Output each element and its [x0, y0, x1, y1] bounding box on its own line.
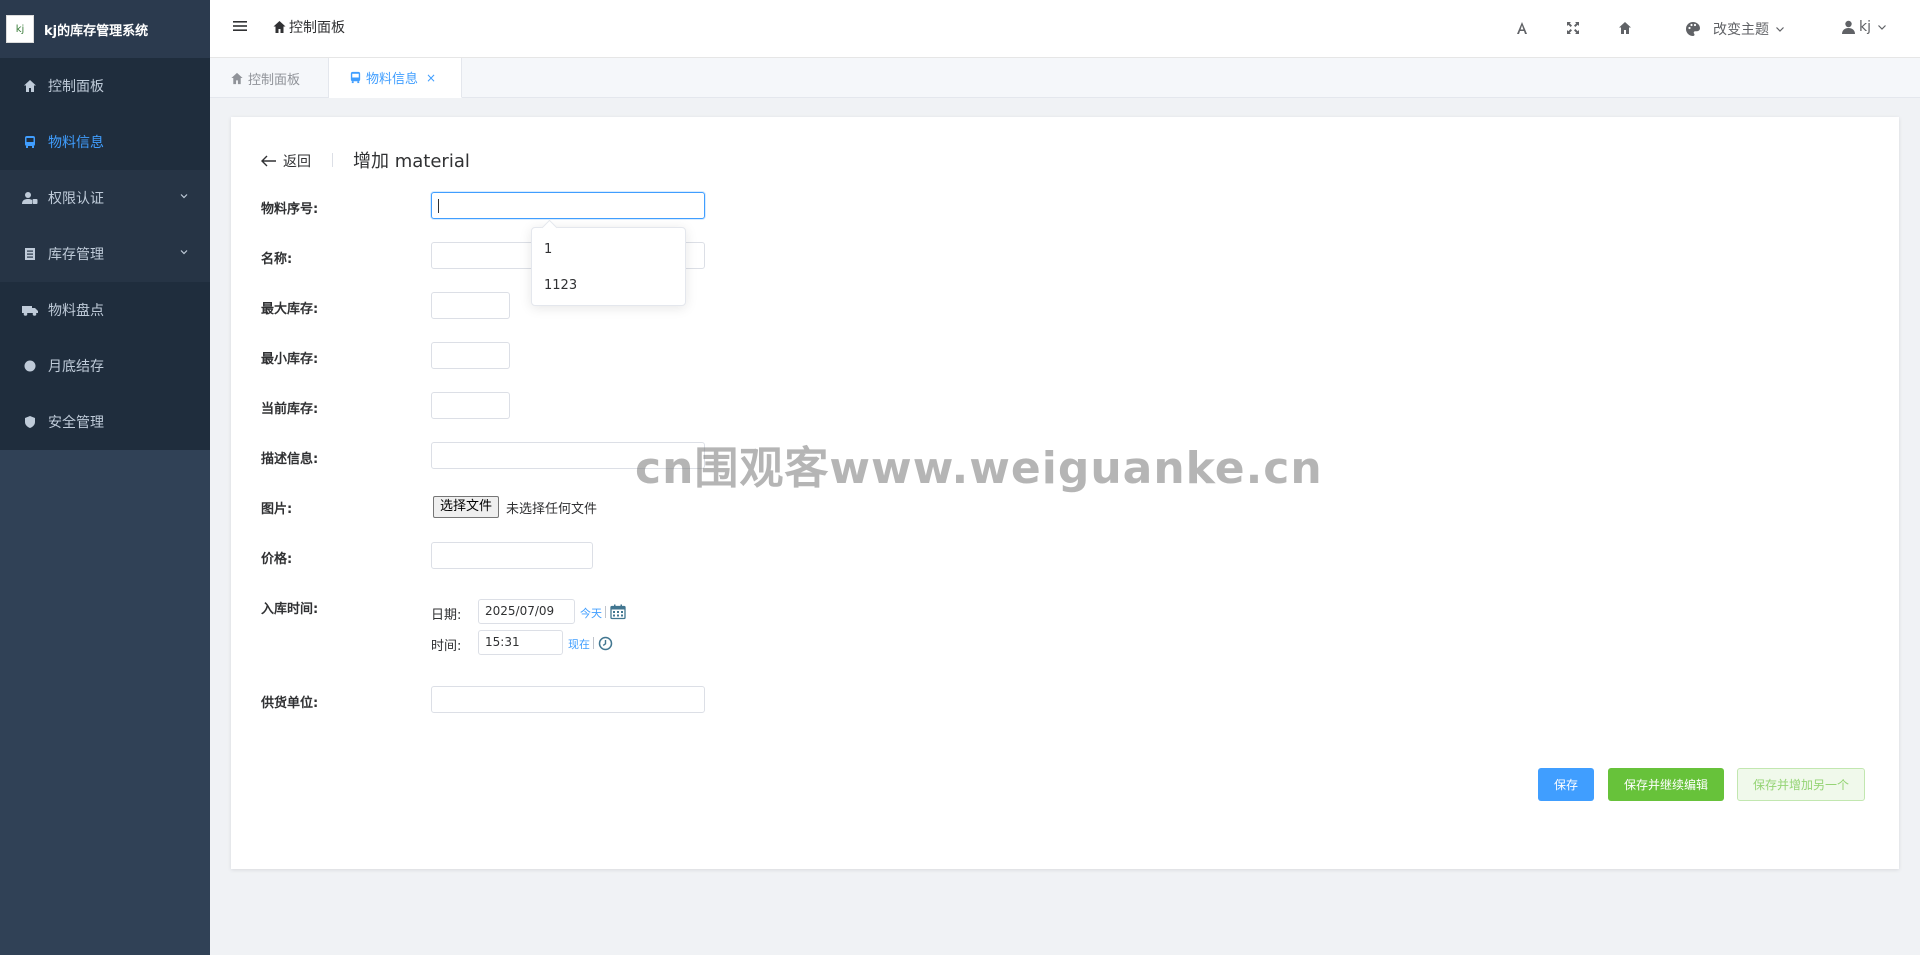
serial-label: 物料序号: — [261, 202, 319, 217]
tab-dashboard[interactable]: 控制面板 — [210, 58, 329, 98]
watermark: cn围观客www.weiguanke.cn — [635, 443, 1323, 494]
date-label: 日期: — [431, 608, 462, 623]
clock-icon[interactable] — [598, 636, 613, 651]
circle-icon — [22, 358, 38, 374]
breadcrumb-label: 控制面板 — [289, 20, 345, 36]
sidebar-item-label: 权限认证 — [48, 191, 104, 207]
time-label: 时间: — [431, 639, 462, 654]
autocomplete-option[interactable]: 1123 — [532, 268, 685, 304]
sidebar-item-material[interactable]: 物料信息 — [0, 114, 210, 170]
time-input[interactable]: 15:31 — [478, 630, 563, 655]
chevron-down-icon — [1878, 25, 1886, 30]
back-label: 返回 — [283, 154, 311, 170]
truck-icon — [22, 302, 38, 318]
chevron-down-icon — [180, 194, 188, 199]
back-button[interactable]: 返回 — [261, 151, 311, 171]
name-label: 名称: — [261, 252, 293, 267]
divider — [605, 606, 606, 618]
current-stock-input[interactable] — [431, 392, 510, 419]
divider — [332, 153, 333, 167]
price-label: 价格: — [261, 552, 293, 567]
logo-icon: kj — [6, 15, 34, 43]
chevron-down-icon — [1776, 27, 1784, 32]
description-label: 描述信息: — [261, 452, 319, 467]
min-stock-label: 最小库存: — [261, 352, 319, 367]
user-menu[interactable]: kj — [1842, 19, 1887, 35]
theme-switcher[interactable]: 改变主题 — [1685, 19, 1785, 39]
home-icon — [22, 78, 38, 94]
tab-label: 控制面板 — [248, 72, 301, 88]
sidebar-item-label: 控制面板 — [48, 79, 104, 95]
user-icon — [1842, 20, 1855, 34]
max-stock-label: 最大库存: — [261, 302, 319, 317]
font-size-icon[interactable] — [1513, 19, 1531, 37]
in-time-label: 入库时间: — [261, 602, 319, 617]
sidebar-item-dashboard[interactable]: 控制面板 — [0, 58, 210, 114]
max-stock-input[interactable] — [431, 292, 510, 319]
page-title: 增加 material — [353, 151, 470, 172]
sidebar-item-label: 物料盘点 — [48, 303, 104, 319]
close-icon[interactable]: × — [426, 71, 436, 85]
hamburger-icon[interactable] — [232, 18, 248, 34]
arrow-left-icon — [261, 155, 276, 167]
app-title: kj的库存管理系统 — [44, 23, 149, 39]
shield-icon — [22, 414, 38, 430]
sidebar-item-label: 库存管理 — [48, 247, 104, 263]
price-input[interactable] — [431, 542, 593, 569]
tab-bar: 控制面板 物料信息 × — [210, 58, 1920, 98]
choose-file-button[interactable]: 选择文件 — [433, 496, 500, 518]
today-link[interactable]: 今天 — [580, 605, 602, 621]
bus-icon — [22, 134, 38, 150]
list-icon — [22, 246, 38, 262]
sidebar-logo[interactable]: kj kj的库存管理系统 — [0, 0, 210, 58]
user-lock-icon — [22, 190, 38, 206]
home-icon — [231, 72, 243, 84]
sidebar-item-auth[interactable]: 权限认证 — [0, 170, 210, 226]
min-stock-input[interactable] — [431, 342, 510, 369]
current-stock-label: 当前库存: — [261, 402, 319, 417]
calendar-icon[interactable] — [610, 604, 626, 620]
supplier-label: 供货单位: — [261, 696, 319, 711]
theme-label: 改变主题 — [1713, 22, 1769, 38]
file-status: 未选择任何文件 — [506, 502, 598, 517]
sidebar-item-security[interactable]: 安全管理 — [0, 394, 210, 450]
image-label: 图片: — [261, 502, 293, 517]
sidebar-item-label: 物料信息 — [48, 135, 104, 151]
bus-icon — [350, 71, 361, 84]
fullscreen-icon[interactable] — [1564, 19, 1582, 37]
username: kj — [1859, 19, 1871, 35]
supplier-input[interactable] — [431, 686, 705, 713]
tab-material[interactable]: 物料信息 × — [329, 58, 462, 98]
sidebar-menu: 控制面板 物料信息 权限认证 库存管理 物料盘点 月底结存 安全管理 — [0, 58, 210, 450]
serial-input[interactable] — [431, 192, 705, 219]
sidebar-item-inventory[interactable]: 库存管理 — [0, 226, 210, 282]
sidebar-item-monthly[interactable]: 月底结存 — [0, 338, 210, 394]
breadcrumb[interactable]: 控制面板 — [272, 17, 345, 37]
save-continue-button[interactable]: 保存并继续编辑 — [1608, 768, 1724, 801]
top-navbar: 控制面板 改变主题 kj — [210, 0, 1920, 58]
sidebar-item-stocktake[interactable]: 物料盘点 — [0, 282, 210, 338]
sidebar: kj kj的库存管理系统 控制面板 物料信息 权限认证 库存管理 物料盘点 月底… — [0, 0, 210, 955]
autocomplete-option[interactable]: 1 — [532, 232, 685, 268]
tab-label: 物料信息 — [366, 72, 419, 87]
save-button[interactable]: 保存 — [1538, 768, 1594, 801]
palette-icon — [1686, 22, 1700, 36]
sidebar-item-label: 安全管理 — [48, 415, 104, 431]
save-add-another-button[interactable]: 保存并增加另一个 — [1737, 768, 1865, 801]
home-icon — [273, 21, 286, 33]
chevron-down-icon — [180, 250, 188, 255]
divider — [593, 637, 594, 649]
now-link[interactable]: 现在 — [568, 636, 590, 652]
autocomplete-dropdown: 1 1123 — [531, 227, 686, 306]
sidebar-item-label: 月底结存 — [48, 359, 104, 375]
home-icon[interactable] — [1616, 19, 1634, 37]
date-input[interactable]: 2025/07/09 — [478, 599, 575, 624]
text-cursor — [438, 198, 439, 213]
